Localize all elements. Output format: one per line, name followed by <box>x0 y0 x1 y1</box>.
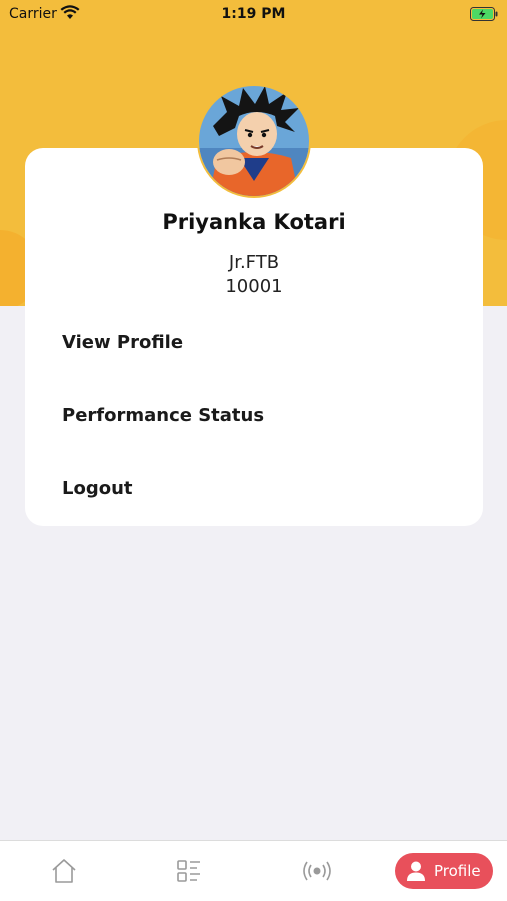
tab-profile[interactable]: Profile <box>395 853 493 889</box>
status-time: 1:19 PM <box>221 6 286 22</box>
battery-charging-icon <box>470 7 498 21</box>
user-id: 10001 <box>225 276 283 297</box>
profile-card: Priyanka Kotari Jr.FTB 10001 View Profil… <box>25 148 483 526</box>
anime-character-avatar <box>199 86 309 196</box>
view-profile-button[interactable]: View Profile <box>62 323 442 363</box>
tab-broadcast[interactable] <box>299 853 335 889</box>
list-icon <box>177 860 200 882</box>
bottom-tab-bar: Profile <box>0 840 507 901</box>
performance-status-button[interactable]: Performance Status <box>62 396 442 436</box>
status-bar: Carrier 1:19 PM <box>0 0 507 28</box>
broadcast-icon <box>303 861 331 881</box>
logout-button[interactable]: Logout <box>62 469 442 509</box>
user-role: Jr.FTB <box>228 252 280 273</box>
tab-list[interactable] <box>170 853 206 889</box>
home-icon <box>52 859 76 883</box>
profile-icon <box>407 861 425 881</box>
tab-profile-label: Profile <box>434 862 481 880</box>
user-name: Priyanka Kotari <box>162 210 346 234</box>
tab-home[interactable] <box>46 853 82 889</box>
profile-avatar[interactable] <box>199 86 309 196</box>
